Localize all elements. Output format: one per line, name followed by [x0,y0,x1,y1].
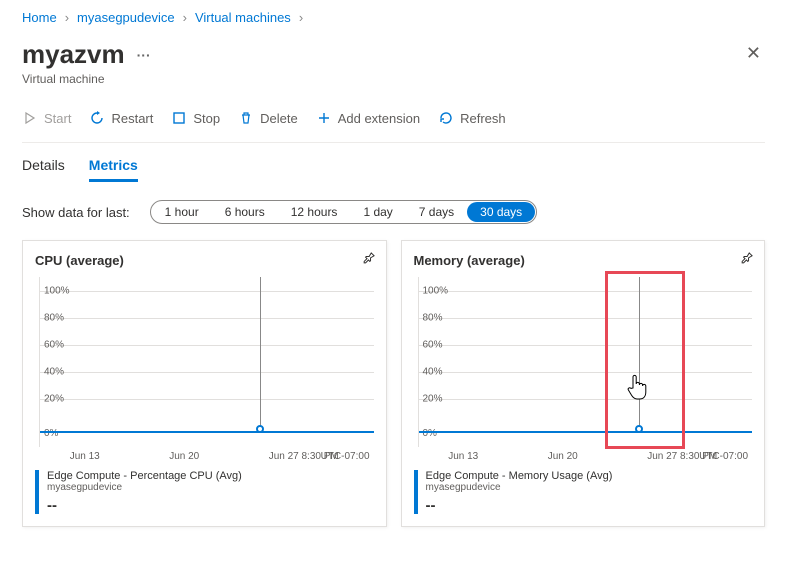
legend-sub-label: myasegpudevice [426,482,613,493]
range-30days[interactable]: 30 days [467,202,535,222]
cpu-series-line [40,431,374,433]
close-icon: ✕ [746,43,761,63]
legend-color-icon [414,470,418,514]
start-button: Start [22,110,71,126]
ytick: 20% [423,394,443,405]
timezone-label: UTC-07:00 [321,451,370,462]
refresh-icon [438,110,454,126]
xtick: Jun 20 [169,451,199,462]
chart-title: CPU (average) [35,253,124,268]
refresh-button[interactable]: Refresh [438,110,506,126]
range-12hours[interactable]: 12 hours [278,202,351,222]
xtick: Jun 13 [448,451,478,462]
play-icon [22,110,38,126]
crosshair-line [639,277,640,433]
ytick: 40% [423,367,443,378]
ytick: 0% [423,428,437,439]
restart-button[interactable]: Restart [89,110,153,126]
ytick: 40% [44,367,64,378]
cpu-chart-card[interactable]: CPU (average) 100% 80% 60% 40% 20% 0% Ju… [22,240,387,527]
chevron-right-icon: › [299,10,303,25]
memory-plot-area[interactable]: 100% 80% 60% 40% 20% 0% [418,277,753,447]
memory-series-line [419,431,753,433]
tabs: Details Metrics [22,157,765,182]
ytick: 0% [44,428,58,439]
add-extension-button[interactable]: Add extension [316,110,420,126]
tab-metrics[interactable]: Metrics [89,157,138,182]
ytick: 100% [423,285,449,296]
range-7days[interactable]: 7 days [406,202,467,222]
stop-icon [171,110,187,126]
tab-details[interactable]: Details [22,157,65,182]
timezone-label: UTC-07:00 [699,451,748,462]
legend-series-label: Edge Compute - Percentage CPU (Avg) [47,470,242,482]
cpu-plot-area[interactable]: 100% 80% 60% 40% 20% 0% [39,277,374,447]
xtick: Jun 13 [70,451,100,462]
toolbar: Start Restart Stop Delete Add extension … [22,102,765,143]
chevron-right-icon: › [65,10,69,25]
stop-button[interactable]: Stop [171,110,220,126]
page-title: myazvm ··· [22,39,151,70]
legend-value: -- [426,497,613,514]
range-1day[interactable]: 1 day [350,202,405,222]
range-6hours[interactable]: 6 hours [212,202,278,222]
pin-icon[interactable] [734,249,757,272]
close-button[interactable]: ✕ [742,39,765,68]
x-axis: Jun 13 Jun 20 Jun 27 8:30 PM UTC-07:00 [414,451,753,462]
ytick: 60% [423,340,443,351]
chart-title: Memory (average) [414,253,525,268]
pin-icon[interactable] [355,249,378,272]
delete-button[interactable]: Delete [238,110,298,126]
x-axis: Jun 13 Jun 20 Jun 27 8:30 PM UTC-07:00 [35,451,374,462]
xtick: Jun 20 [548,451,578,462]
breadcrumb-home[interactable]: Home [22,10,57,25]
more-icon[interactable]: ··· [137,47,151,63]
highlight-annotation [605,271,685,449]
chart-legend: Edge Compute - Percentage CPU (Avg) myas… [35,470,374,514]
data-point-marker [256,425,264,433]
ytick: 60% [44,340,64,351]
memory-chart-card[interactable]: Memory (average) 100% 80% 60% 40% 20% 0%… [401,240,766,527]
ytick: 20% [44,394,64,405]
restart-icon [89,110,105,126]
legend-color-icon [35,470,39,514]
data-point-marker [635,425,643,433]
breadcrumb: Home › myasegpudevice › Virtual machines… [22,10,765,25]
chart-legend: Edge Compute - Memory Usage (Avg) myaseg… [414,470,753,514]
range-label: Show data for last: [22,205,130,220]
legend-sub-label: myasegpudevice [47,482,242,493]
time-range-picker: 1 hour 6 hours 12 hours 1 day 7 days 30 … [150,200,538,224]
plus-icon [316,110,332,126]
breadcrumb-device[interactable]: myasegpudevice [77,10,175,25]
ytick: 80% [44,312,64,323]
crosshair-line [260,277,261,433]
ytick: 100% [44,285,70,296]
trash-icon [238,110,254,126]
legend-value: -- [47,497,242,514]
chevron-right-icon: › [183,10,187,25]
ytick: 80% [423,312,443,323]
resource-type-label: Virtual machine [22,72,742,86]
range-1hour[interactable]: 1 hour [152,202,212,222]
breadcrumb-vms[interactable]: Virtual machines [195,10,291,25]
legend-series-label: Edge Compute - Memory Usage (Avg) [426,470,613,482]
